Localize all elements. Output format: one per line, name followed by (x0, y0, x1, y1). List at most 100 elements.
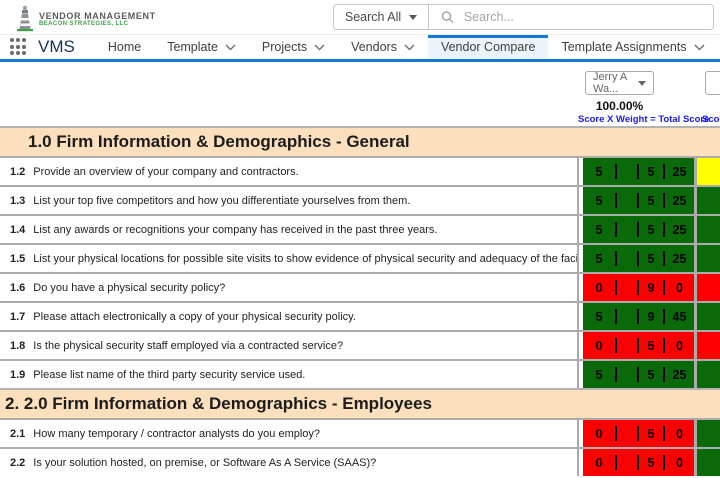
vendor-select[interactable]: Jerry A Wa... (585, 71, 654, 95)
vendor2-score-cell (697, 361, 720, 388)
nav-item-vendors[interactable]: Vendors (338, 35, 428, 59)
table-row: 2.2 Is your solution hosted, on premise,… (0, 447, 720, 476)
question-cell: 2.1 How many temporary / contractor anal… (0, 420, 579, 447)
nav-item-home[interactable]: Home (95, 35, 154, 59)
score-value: 5 (583, 158, 615, 185)
score-value: 5 (583, 361, 615, 388)
score-value: 0 (665, 449, 694, 476)
nav-item-label: Template (167, 40, 218, 54)
score-cells: 5945 (583, 303, 694, 330)
table-row: 1.5 List your physical locations for pos… (0, 243, 720, 272)
score-value: 5 (639, 449, 663, 476)
question-cell: 1.4 List any awards or recognitions your… (0, 216, 579, 243)
score-value: 0 (583, 332, 615, 359)
company-logo: VENDOR MANAGEMENT BEACON STRATEGIES, LLC (14, 5, 156, 32)
vendor-select-2[interactable] (705, 71, 720, 95)
score-value: 0 (583, 449, 615, 476)
nav-item-vendor-compare[interactable]: Vendor Compare (428, 35, 549, 59)
question-number: 1.8 (10, 340, 25, 352)
chevron-down-icon (314, 44, 325, 51)
question-cell: 1.5 List your physical locations for pos… (0, 245, 579, 272)
score-value: 5 (583, 245, 615, 272)
score-cells: 5525 (583, 158, 694, 185)
chevron-down-icon (225, 44, 236, 51)
score-cells: 090 (583, 274, 694, 301)
vendor2-score-cell (697, 420, 720, 447)
score-value (617, 274, 637, 301)
table-row: 1.3 List your top five competitors and h… (0, 185, 720, 214)
vendor2-score-cell (697, 449, 720, 476)
question-text: List any awards or recognitions your com… (33, 224, 437, 236)
search-scope-dropdown[interactable]: Search All (334, 5, 429, 29)
score-formula-label: Score X Weight = Total Score (578, 114, 700, 125)
question-text: Please attach electronically a copy of y… (33, 311, 356, 323)
chevron-down-icon (694, 44, 705, 51)
score-formula-label-2: Score X Weight = Total Score (702, 114, 720, 125)
search-icon (441, 10, 454, 24)
score-value (617, 216, 637, 243)
nav-bar: VMS Home Template Projects Vendors Vendo… (0, 35, 720, 59)
nav-item-template[interactable]: Template (154, 35, 249, 59)
section-title: 1.0 Firm Information & Demographics - Ge… (0, 132, 410, 152)
score-value: 5 (639, 361, 663, 388)
table-row: 1.6 Do you have a physical security poli… (0, 272, 720, 301)
vendor2-score-cell (697, 303, 720, 330)
nav-item-label: Template Assignments (561, 40, 686, 54)
score-cells: 5525 (583, 361, 694, 388)
score-value: 5 (639, 187, 663, 214)
score-cells: 5525 (583, 245, 694, 272)
logo-title: VENDOR MANAGEMENT (39, 12, 156, 22)
question-number: 1.5 (10, 253, 25, 265)
question-text: List your top five competitors and how y… (33, 195, 410, 207)
score-value (617, 187, 637, 214)
question-text: List your physical locations for possibl… (33, 253, 579, 265)
score-value (617, 332, 637, 359)
nav-item-projects[interactable]: Projects (249, 35, 338, 59)
top-bar: VENDOR MANAGEMENT BEACON STRATEGIES, LLC… (0, 0, 720, 35)
score-value: 5 (639, 216, 663, 243)
table-row: 1.4 List any awards or recognitions your… (0, 214, 720, 243)
nav-item-label: Home (108, 40, 141, 54)
question-cell: 1.3 List your top five competitors and h… (0, 187, 579, 214)
score-value: 0 (665, 420, 694, 447)
app-launcher-icon[interactable] (10, 38, 26, 56)
question-cell: 2.2 Is your solution hosted, on premise,… (0, 449, 579, 476)
vendor2-score-cell (697, 158, 720, 185)
score-value (617, 245, 637, 272)
question-number: 1.3 (10, 195, 25, 207)
question-cell: 1.8 Is the physical security staff emplo… (0, 332, 579, 359)
dropdown-arrow-icon (409, 15, 417, 20)
search-field (429, 5, 713, 29)
score-cells: 050 (583, 420, 694, 447)
question-number: 1.7 (10, 311, 25, 323)
question-number: 1.6 (10, 282, 25, 294)
score-value: 5 (583, 187, 615, 214)
question-text: Is the physical security staff employed … (33, 340, 343, 352)
question-number: 1.4 (10, 224, 25, 236)
question-text: Is your solution hosted, on premise, or … (33, 457, 376, 469)
score-value: 25 (665, 158, 694, 185)
score-value: 0 (583, 420, 615, 447)
score-value: 0 (665, 274, 694, 301)
score-cells: 050 (583, 332, 694, 359)
question-number: 1.9 (10, 369, 25, 381)
score-header: Jerry A Wa... 100.00% Score X Weight = T… (0, 62, 720, 126)
score-value: 9 (639, 274, 663, 301)
score-cells: 5525 (583, 216, 694, 243)
score-cells: 050 (583, 449, 694, 476)
global-search: Search All (333, 4, 714, 30)
question-text: Please list name of the third party secu… (33, 369, 305, 381)
vendor2-score-cell (697, 245, 720, 272)
nav-item-template-assignments[interactable]: Template Assignments (548, 35, 717, 59)
nav-item-label: Vendors (351, 40, 397, 54)
score-value: 25 (665, 216, 694, 243)
search-input[interactable] (464, 10, 713, 24)
question-text: Provide an overview of your company and … (33, 166, 298, 178)
table-row: 1.9 Please list name of the third party … (0, 359, 720, 388)
question-cell: 1.6 Do you have a physical security poli… (0, 274, 579, 301)
score-value: 5 (639, 158, 663, 185)
question-cell: 1.2 Provide an overview of your company … (0, 158, 579, 185)
score-value: 5 (639, 420, 663, 447)
app-name[interactable]: VMS (38, 37, 75, 57)
score-value: 5 (639, 332, 663, 359)
